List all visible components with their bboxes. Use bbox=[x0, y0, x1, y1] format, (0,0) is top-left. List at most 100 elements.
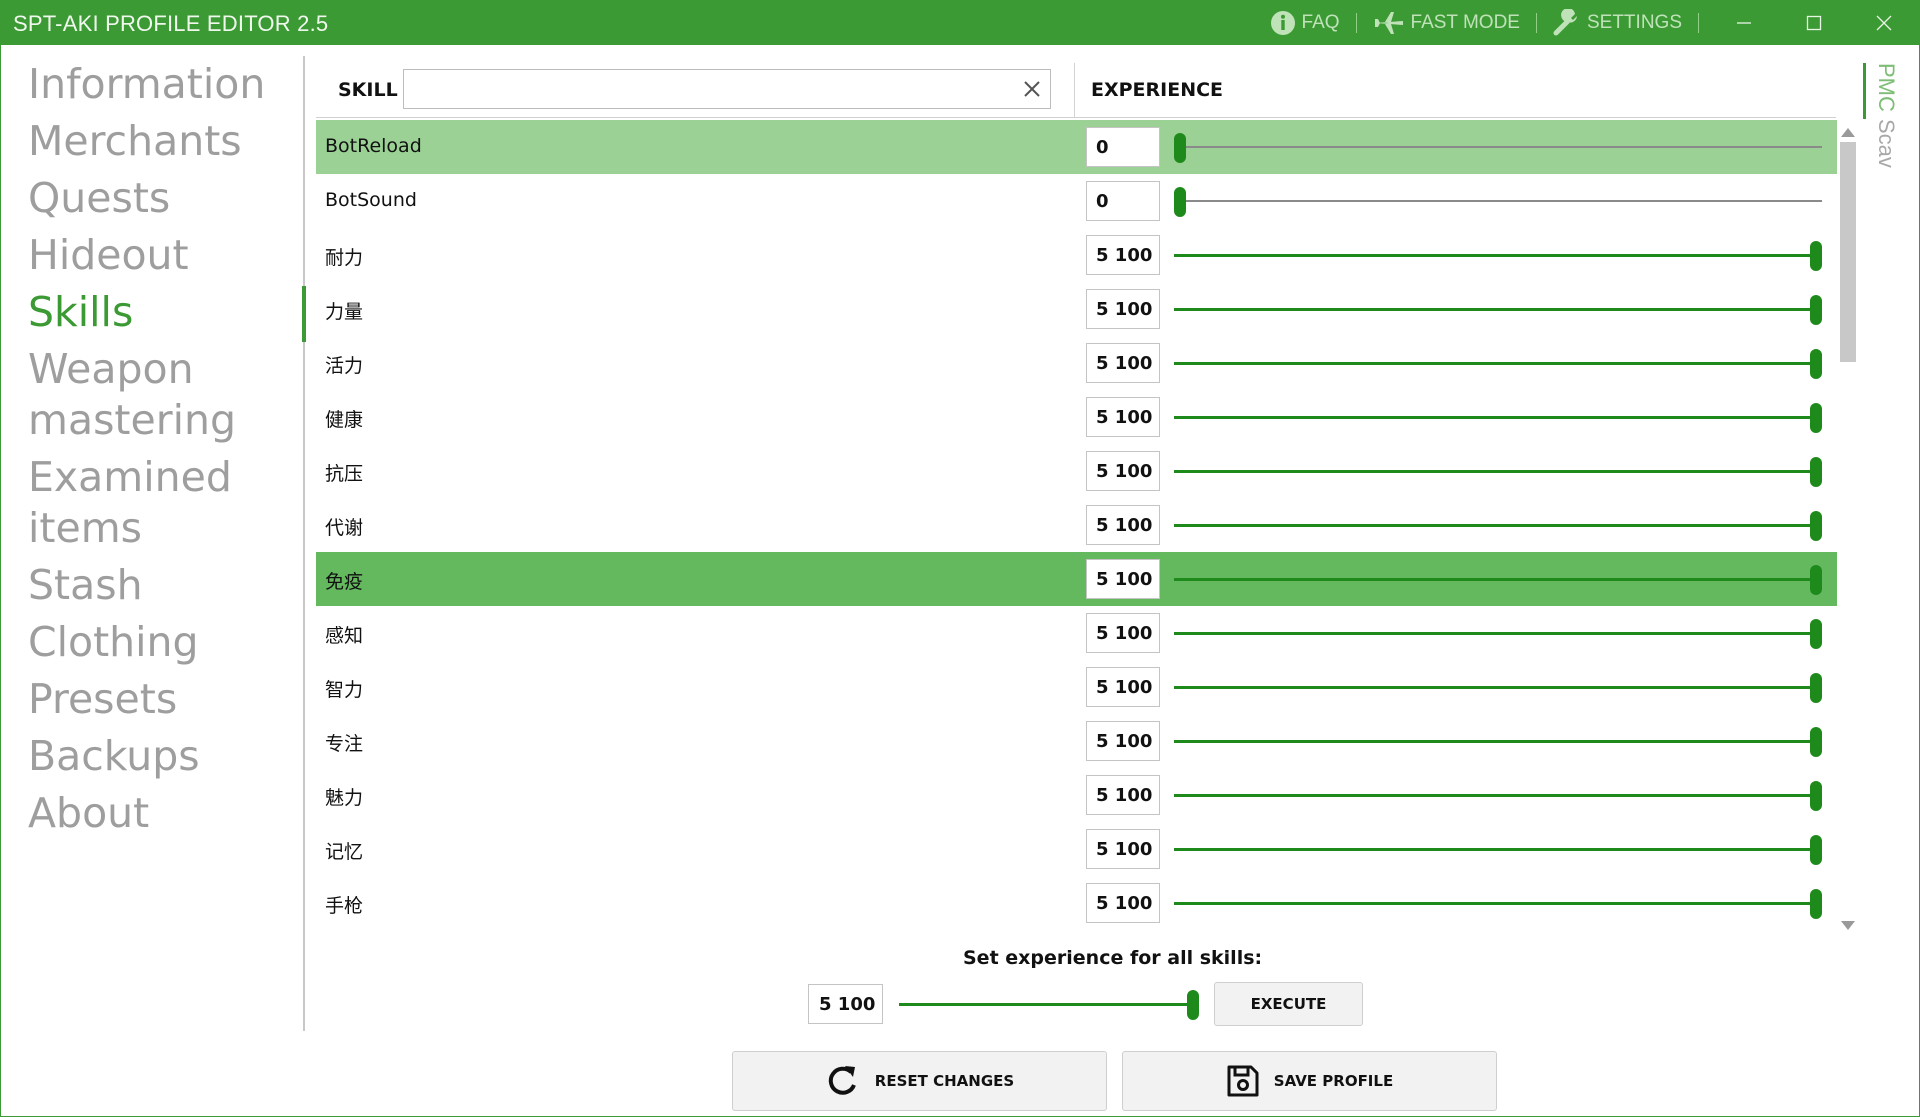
nav-item-quests[interactable]: Quests bbox=[28, 173, 170, 224]
nav-item-weapon-mastering[interactable]: Weapon mastering bbox=[28, 344, 236, 446]
minimize-button[interactable] bbox=[1709, 1, 1779, 45]
skill-row[interactable]: BotReload 0 bbox=[316, 120, 1837, 174]
scrollbar-thumb[interactable] bbox=[1840, 142, 1856, 362]
nav-item-merchants[interactable]: Merchants bbox=[28, 116, 242, 167]
skill-experience-slider[interactable] bbox=[1174, 714, 1822, 768]
skill-experience-input[interactable]: 0 bbox=[1086, 181, 1160, 221]
skill-experience-input[interactable]: 5 100 bbox=[1086, 667, 1160, 707]
skill-experience-slider[interactable] bbox=[1174, 822, 1822, 876]
set-all-slider[interactable] bbox=[899, 977, 1199, 1031]
save-profile-button[interactable]: SAVE PROFILE bbox=[1122, 1051, 1497, 1111]
nav-item-information[interactable]: Information bbox=[28, 59, 265, 110]
slider-thumb[interactable] bbox=[1810, 349, 1822, 379]
skill-row[interactable]: 力量 5 100 bbox=[316, 282, 1837, 336]
app-title: SPT-AKI PROFILE EDITOR 2.5 bbox=[13, 11, 329, 36]
slider-fill bbox=[1174, 362, 1810, 365]
skill-row[interactable]: 健康 5 100 bbox=[316, 390, 1837, 444]
tab-pmc[interactable]: PMC bbox=[1873, 63, 1899, 112]
skill-experience-slider[interactable] bbox=[1174, 660, 1822, 714]
skill-name: 免疫 bbox=[325, 571, 364, 593]
minimize-icon bbox=[1737, 22, 1751, 24]
skill-experience-input[interactable]: 5 100 bbox=[1086, 289, 1160, 329]
skill-row[interactable]: 抗压 5 100 bbox=[316, 444, 1837, 498]
faq-button[interactable]: FAQ bbox=[1264, 10, 1346, 36]
skill-row[interactable]: 免疫 5 100 bbox=[316, 552, 1837, 606]
slider-thumb[interactable] bbox=[1810, 295, 1822, 325]
skill-experience-slider[interactable] bbox=[1174, 390, 1822, 444]
clear-search-icon[interactable] bbox=[1022, 79, 1042, 99]
skill-row[interactable]: 魅力 5 100 bbox=[316, 768, 1837, 822]
skill-search-input[interactable] bbox=[403, 69, 1051, 109]
skill-experience-slider[interactable] bbox=[1174, 336, 1822, 390]
settings-button[interactable]: SETTINGS bbox=[1547, 9, 1688, 37]
slider-thumb[interactable] bbox=[1810, 457, 1822, 487]
nav-item-skills[interactable]: Skills bbox=[28, 287, 133, 338]
slider-thumb[interactable] bbox=[1810, 241, 1822, 271]
slider-thumb[interactable] bbox=[1810, 403, 1822, 433]
skill-experience-input[interactable]: 5 100 bbox=[1086, 505, 1160, 545]
skill-experience-slider[interactable] bbox=[1174, 120, 1822, 174]
nav-item-presets[interactable]: Presets bbox=[28, 674, 177, 725]
nav-item-examined-items[interactable]: Examined items bbox=[28, 452, 232, 554]
skill-experience-slider[interactable] bbox=[1174, 768, 1822, 822]
skill-experience-slider[interactable] bbox=[1174, 444, 1822, 498]
slider-fill bbox=[1174, 308, 1810, 311]
skill-experience-slider[interactable] bbox=[1174, 498, 1822, 552]
skill-experience-slider[interactable] bbox=[1174, 228, 1822, 282]
reset-changes-button[interactable]: RESET CHANGES bbox=[732, 1051, 1107, 1111]
skill-row[interactable]: 活力 5 100 bbox=[316, 336, 1837, 390]
slider-thumb[interactable] bbox=[1810, 511, 1822, 541]
skill-row[interactable]: BotSound 0 bbox=[316, 174, 1837, 228]
nav-item-hideout[interactable]: Hideout bbox=[28, 230, 189, 281]
skill-experience-input[interactable]: 5 100 bbox=[1086, 721, 1160, 761]
skill-experience-slider[interactable] bbox=[1174, 282, 1822, 336]
skill-experience-input[interactable]: 5 100 bbox=[1086, 397, 1160, 437]
skill-row[interactable]: 记忆 5 100 bbox=[316, 822, 1837, 876]
fast-mode-button[interactable]: FAST MODE bbox=[1367, 10, 1526, 36]
slider-thumb[interactable] bbox=[1174, 187, 1186, 217]
set-all-value-input[interactable]: 5 100 bbox=[808, 984, 883, 1024]
skill-experience-input[interactable]: 5 100 bbox=[1086, 343, 1160, 383]
skill-experience-slider[interactable] bbox=[1174, 552, 1822, 606]
skill-row[interactable]: 耐力 5 100 bbox=[316, 228, 1837, 282]
skill-experience-input[interactable]: 5 100 bbox=[1086, 883, 1160, 923]
slider-thumb[interactable] bbox=[1174, 133, 1186, 163]
close-button[interactable] bbox=[1849, 1, 1919, 45]
skill-name: 力量 bbox=[325, 301, 364, 323]
nav-item-clothing[interactable]: Clothing bbox=[28, 617, 199, 668]
skill-row[interactable]: 专注 5 100 bbox=[316, 714, 1837, 768]
skill-experience-slider[interactable] bbox=[1174, 876, 1822, 930]
skill-experience-slider[interactable] bbox=[1174, 174, 1822, 228]
skill-row[interactable]: 代谢 5 100 bbox=[316, 498, 1837, 552]
skill-experience-slider[interactable] bbox=[1174, 606, 1822, 660]
scroll-up-arrow-icon[interactable] bbox=[1839, 125, 1857, 139]
nav-item-about[interactable]: About bbox=[28, 788, 149, 839]
nav-item-stash[interactable]: Stash bbox=[28, 560, 143, 611]
slider-thumb[interactable] bbox=[1187, 990, 1199, 1020]
slider-thumb[interactable] bbox=[1810, 781, 1822, 811]
slider-thumb[interactable] bbox=[1810, 673, 1822, 703]
tab-scav[interactable]: Scav bbox=[1873, 119, 1899, 168]
execute-button[interactable]: EXECUTE bbox=[1214, 982, 1363, 1026]
skill-column-header: SKILL bbox=[338, 79, 398, 101]
skill-row[interactable]: 智力 5 100 bbox=[316, 660, 1837, 714]
slider-thumb[interactable] bbox=[1810, 889, 1822, 919]
slider-thumb[interactable] bbox=[1810, 619, 1822, 649]
skill-experience-input[interactable]: 5 100 bbox=[1086, 451, 1160, 491]
skill-experience-input[interactable]: 0 bbox=[1086, 127, 1160, 167]
skill-row[interactable]: 感知 5 100 bbox=[316, 606, 1837, 660]
slider-thumb[interactable] bbox=[1810, 727, 1822, 757]
skill-experience-input[interactable]: 5 100 bbox=[1086, 613, 1160, 653]
slider-thumb[interactable] bbox=[1810, 565, 1822, 595]
skill-name: 智力 bbox=[325, 679, 364, 701]
skill-row[interactable]: 手枪 5 100 bbox=[316, 876, 1837, 930]
skill-experience-input[interactable]: 5 100 bbox=[1086, 235, 1160, 275]
skill-experience-input[interactable]: 5 100 bbox=[1086, 775, 1160, 815]
skills-list: BotReload 0 BotSound 0 耐力 5 100 力量 5 100 活力 5 100… bbox=[316, 120, 1837, 930]
maximize-button[interactable] bbox=[1779, 1, 1849, 45]
scroll-down-arrow-icon[interactable] bbox=[1839, 919, 1857, 933]
skill-experience-input[interactable]: 5 100 bbox=[1086, 559, 1160, 599]
slider-thumb[interactable] bbox=[1810, 835, 1822, 865]
nav-item-backups[interactable]: Backups bbox=[28, 731, 200, 782]
skill-experience-input[interactable]: 5 100 bbox=[1086, 829, 1160, 869]
